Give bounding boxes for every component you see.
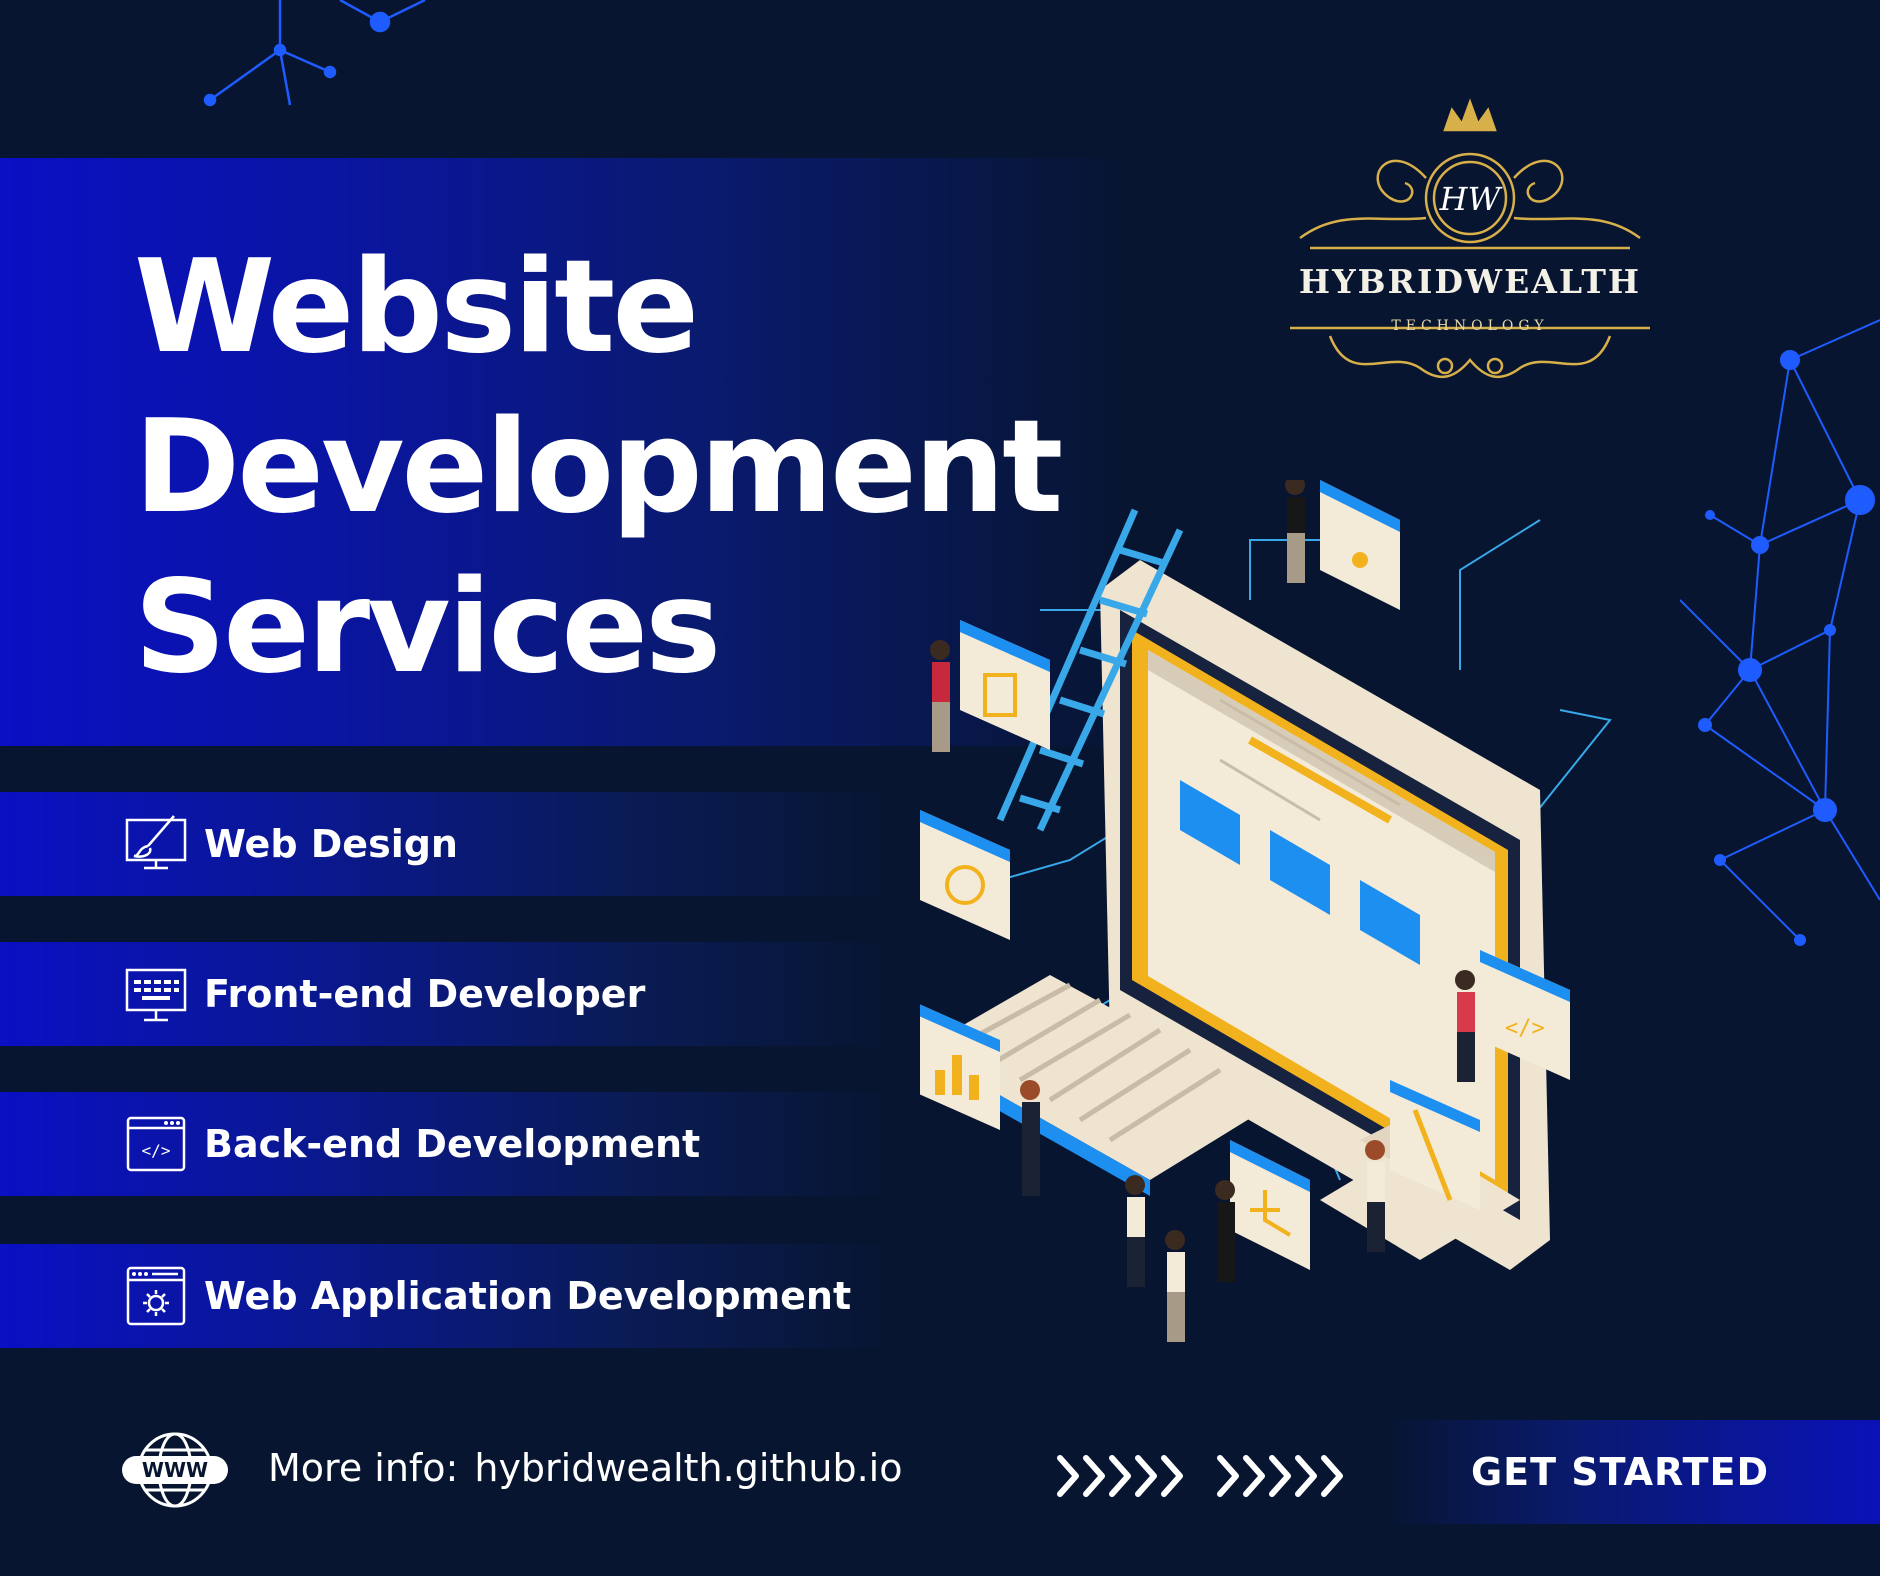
code-window-icon: </> (126, 1116, 186, 1172)
brand-tagline: TECHNOLOGY (1391, 318, 1549, 334)
globe-www-icon: WWW (122, 1432, 228, 1508)
service-label: Front-end Developer (204, 972, 646, 1016)
double-chevron-icon (1057, 1455, 1343, 1497)
service-web-application: Web Application Development (0, 1244, 900, 1348)
get-started-button[interactable]: GET STARTED (1430, 1420, 1810, 1524)
service-label: Web Design (204, 822, 458, 866)
svg-text:</>: </> (142, 1141, 171, 1160)
globe-label: WWW (142, 1458, 208, 1482)
brand-name: HYBRIDWEALTH (1298, 262, 1642, 301)
service-web-design: Web Design (0, 792, 900, 896)
more-info: More info: hybridwealth.github.io (268, 1446, 902, 1490)
svg-text:</>: </> (1505, 1016, 1545, 1041)
more-info-label: More info: (268, 1446, 459, 1490)
service-label: Back-end Development (204, 1122, 701, 1166)
web-development-illustration: </> (920, 480, 1612, 1342)
monitor-keyboard-icon (125, 968, 187, 1022)
service-back-end: </> Back-end Development (0, 1092, 900, 1196)
logo-monogram: HW (1439, 180, 1504, 218)
network-decoration-left (203, 0, 426, 107)
service-front-end: Front-end Developer (0, 942, 900, 1046)
website-link[interactable]: hybridwealth.github.io (474, 1446, 902, 1490)
hybridwealth-logo: HW (1290, 98, 1650, 379)
service-label: Web Application Development (204, 1274, 852, 1318)
title-line-1: Website (134, 233, 699, 382)
monitor-paintbrush-icon (125, 815, 187, 870)
browser-gear-icon (126, 1266, 186, 1326)
